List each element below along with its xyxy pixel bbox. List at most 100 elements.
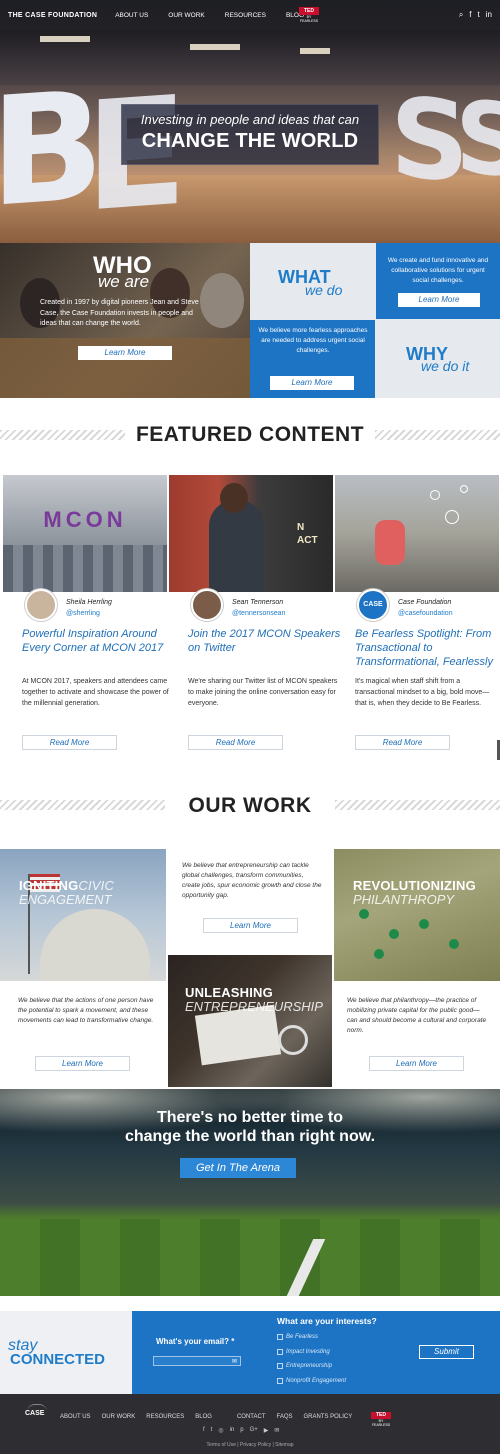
person-green: [389, 929, 399, 939]
civic-description: We believe that the actions of one perso…: [18, 997, 154, 1024]
interest-label: Impact Investing: [286, 1349, 330, 1355]
who-description: Created in 1997 by digital pioneers Jean…: [40, 299, 199, 327]
avatar: [191, 589, 223, 621]
card-excerpt: At MCON 2017, speakers and attendees cam…: [22, 678, 169, 707]
entre-title: UNLEASHING: [185, 985, 273, 1000]
card-excerpt: We're sharing our Twitter list of MCON s…: [188, 678, 338, 707]
card-image-head: [220, 483, 248, 513]
read-more-button[interactable]: Read More: [188, 735, 283, 750]
civic-learn-more-button[interactable]: Learn More: [35, 1056, 130, 1071]
why-subtitle: we do it: [421, 358, 470, 374]
linkedin-icon[interactable]: in: [486, 10, 492, 19]
author-handle[interactable]: @tennersonsean: [232, 610, 285, 617]
twitter-icon[interactable]: t: [211, 1427, 213, 1434]
facebook-icon[interactable]: f: [469, 10, 471, 19]
instagram-icon[interactable]: ◎: [218, 1427, 223, 1434]
read-more-button[interactable]: Read More: [22, 735, 117, 750]
pinterest-icon[interactable]: p: [240, 1427, 243, 1434]
card-title[interactable]: Join the 2017 MCON Speakers on Twitter: [188, 627, 348, 655]
interest-label: Nonprofit Engagement: [286, 1378, 347, 1384]
civic-title-bold: IGNITING: [19, 878, 79, 893]
capitol-dome: [40, 909, 150, 981]
field-grass: [0, 1219, 500, 1296]
footer-blog[interactable]: BLOG: [195, 1414, 212, 1420]
twitter-icon[interactable]: t: [478, 10, 480, 19]
email-icon[interactable]: ✉: [274, 1427, 279, 1434]
footer-social-icons: f t ◎ in p G+ ▶ ✉: [203, 1427, 279, 1434]
interest-checkbox[interactable]: [277, 1334, 283, 1340]
card-image-label: N ACT: [297, 522, 318, 546]
hero-light: [190, 44, 240, 50]
card-image-speaker[interactable]: N ACT: [169, 475, 333, 592]
nav-our-work[interactable]: OUR WORK: [168, 12, 204, 19]
ted-logo-text: TED: [299, 7, 319, 15]
footer-legal-links[interactable]: Terms of Use | Privacy Policy | Sitemap: [0, 1442, 500, 1448]
person-green: [449, 939, 459, 949]
footer-contact[interactable]: CONTACT: [237, 1414, 266, 1420]
be-fearless-logo[interactable]: TED BY FEARLESS: [299, 7, 319, 23]
nav-icons: ⌕ f t in: [459, 10, 492, 19]
youtube-icon[interactable]: ▶: [264, 1427, 269, 1434]
search-icon[interactable]: ⌕: [459, 10, 463, 19]
what-learn-more-button[interactable]: Learn More: [398, 293, 480, 307]
who-learn-more-button[interactable]: Learn More: [78, 346, 172, 360]
person-green: [374, 949, 384, 959]
person-green: [359, 909, 369, 919]
footer-ted-logo-text: TED: [371, 1412, 391, 1419]
wheel: [278, 1025, 308, 1055]
who-subtitle: we are: [98, 272, 150, 291]
interest-checkbox[interactable]: [277, 1363, 283, 1369]
get-in-the-arena-button[interactable]: Get In The Arena: [180, 1158, 296, 1178]
card-title[interactable]: Be Fearless Spotlight: From Transactiona…: [355, 627, 497, 669]
footer-about-us[interactable]: ABOUT US: [60, 1414, 91, 1420]
our-work-title: OUR WORK: [188, 794, 312, 817]
facebook-icon[interactable]: f: [203, 1427, 205, 1434]
nav-about-us[interactable]: ABOUT US: [115, 12, 148, 19]
linkedin-icon[interactable]: in: [230, 1427, 235, 1434]
author-handle[interactable]: @casefoundation: [398, 610, 453, 617]
phil-title: REVOLUTIONIZING: [353, 878, 476, 893]
footer-resources[interactable]: RESOURCES: [146, 1414, 184, 1420]
author-handle[interactable]: @sherrling: [66, 610, 100, 617]
phil-learn-more-button[interactable]: Learn More: [369, 1056, 464, 1071]
philanthropy-image[interactable]: [334, 849, 500, 981]
card-excerpt: It's magical when staff shift from a tra…: [355, 678, 490, 707]
footer-our-work[interactable]: OUR WORK: [102, 1414, 136, 1420]
card-image-mcon[interactable]: MCON: [3, 475, 167, 592]
hero-light: [300, 48, 330, 54]
submit-button[interactable]: Submit: [419, 1345, 474, 1359]
entre-learn-more-button[interactable]: Learn More: [203, 918, 298, 933]
interest-checkbox[interactable]: [277, 1378, 283, 1384]
card-image-bubbles[interactable]: [335, 475, 499, 592]
google-plus-icon[interactable]: G+: [250, 1427, 258, 1434]
person-green: [419, 919, 429, 929]
bubble: [445, 510, 459, 524]
entrepreneurship-image[interactable]: [168, 955, 332, 1087]
card-title[interactable]: Powerful Inspiration Around Every Corner…: [22, 627, 182, 655]
case-foundation-avatar: CASE: [357, 589, 389, 621]
nav-resources[interactable]: RESOURCES: [225, 12, 266, 19]
card-image-child: [375, 520, 405, 565]
author-name: Case Foundation: [398, 599, 452, 606]
interest-label: Entrepreneurship: [286, 1363, 333, 1369]
hero-banner: B E S S Investing in people and ideas th…: [0, 0, 500, 243]
footer-grants-policy[interactable]: GRANTS POLICY: [304, 1414, 353, 1420]
email-input[interactable]: [153, 1356, 241, 1366]
email-label: What's your email? *: [156, 1337, 235, 1346]
read-more-button[interactable]: Read More: [355, 735, 450, 750]
civic-subtitle: ENGAGEMENT: [19, 892, 112, 907]
footer-logo[interactable]: CASE: [25, 1410, 44, 1417]
footer-faqs[interactable]: FAQS: [277, 1414, 293, 1420]
arena-line-1: There's no better time to: [156, 1109, 344, 1126]
connected-title: CONNECTED: [10, 1351, 106, 1368]
card-image-label: MCON: [43, 507, 127, 532]
why-learn-more-button[interactable]: Learn More: [270, 376, 354, 390]
hero-tagline: Investing in people and ideas that can: [140, 112, 360, 127]
footer-ted-logo-sub: BY FEARLESS: [371, 1419, 391, 1427]
what-description: We create and fund innovative and collab…: [387, 257, 489, 284]
interest-checkbox[interactable]: [277, 1349, 283, 1355]
site-logo[interactable]: THE CASE FOUNDATION: [8, 12, 97, 19]
arena-line-2: change the world than right now.: [124, 1128, 376, 1145]
footer-be-fearless-logo[interactable]: TED BY FEARLESS: [371, 1412, 391, 1427]
civic-engagement-image[interactable]: [0, 849, 166, 981]
